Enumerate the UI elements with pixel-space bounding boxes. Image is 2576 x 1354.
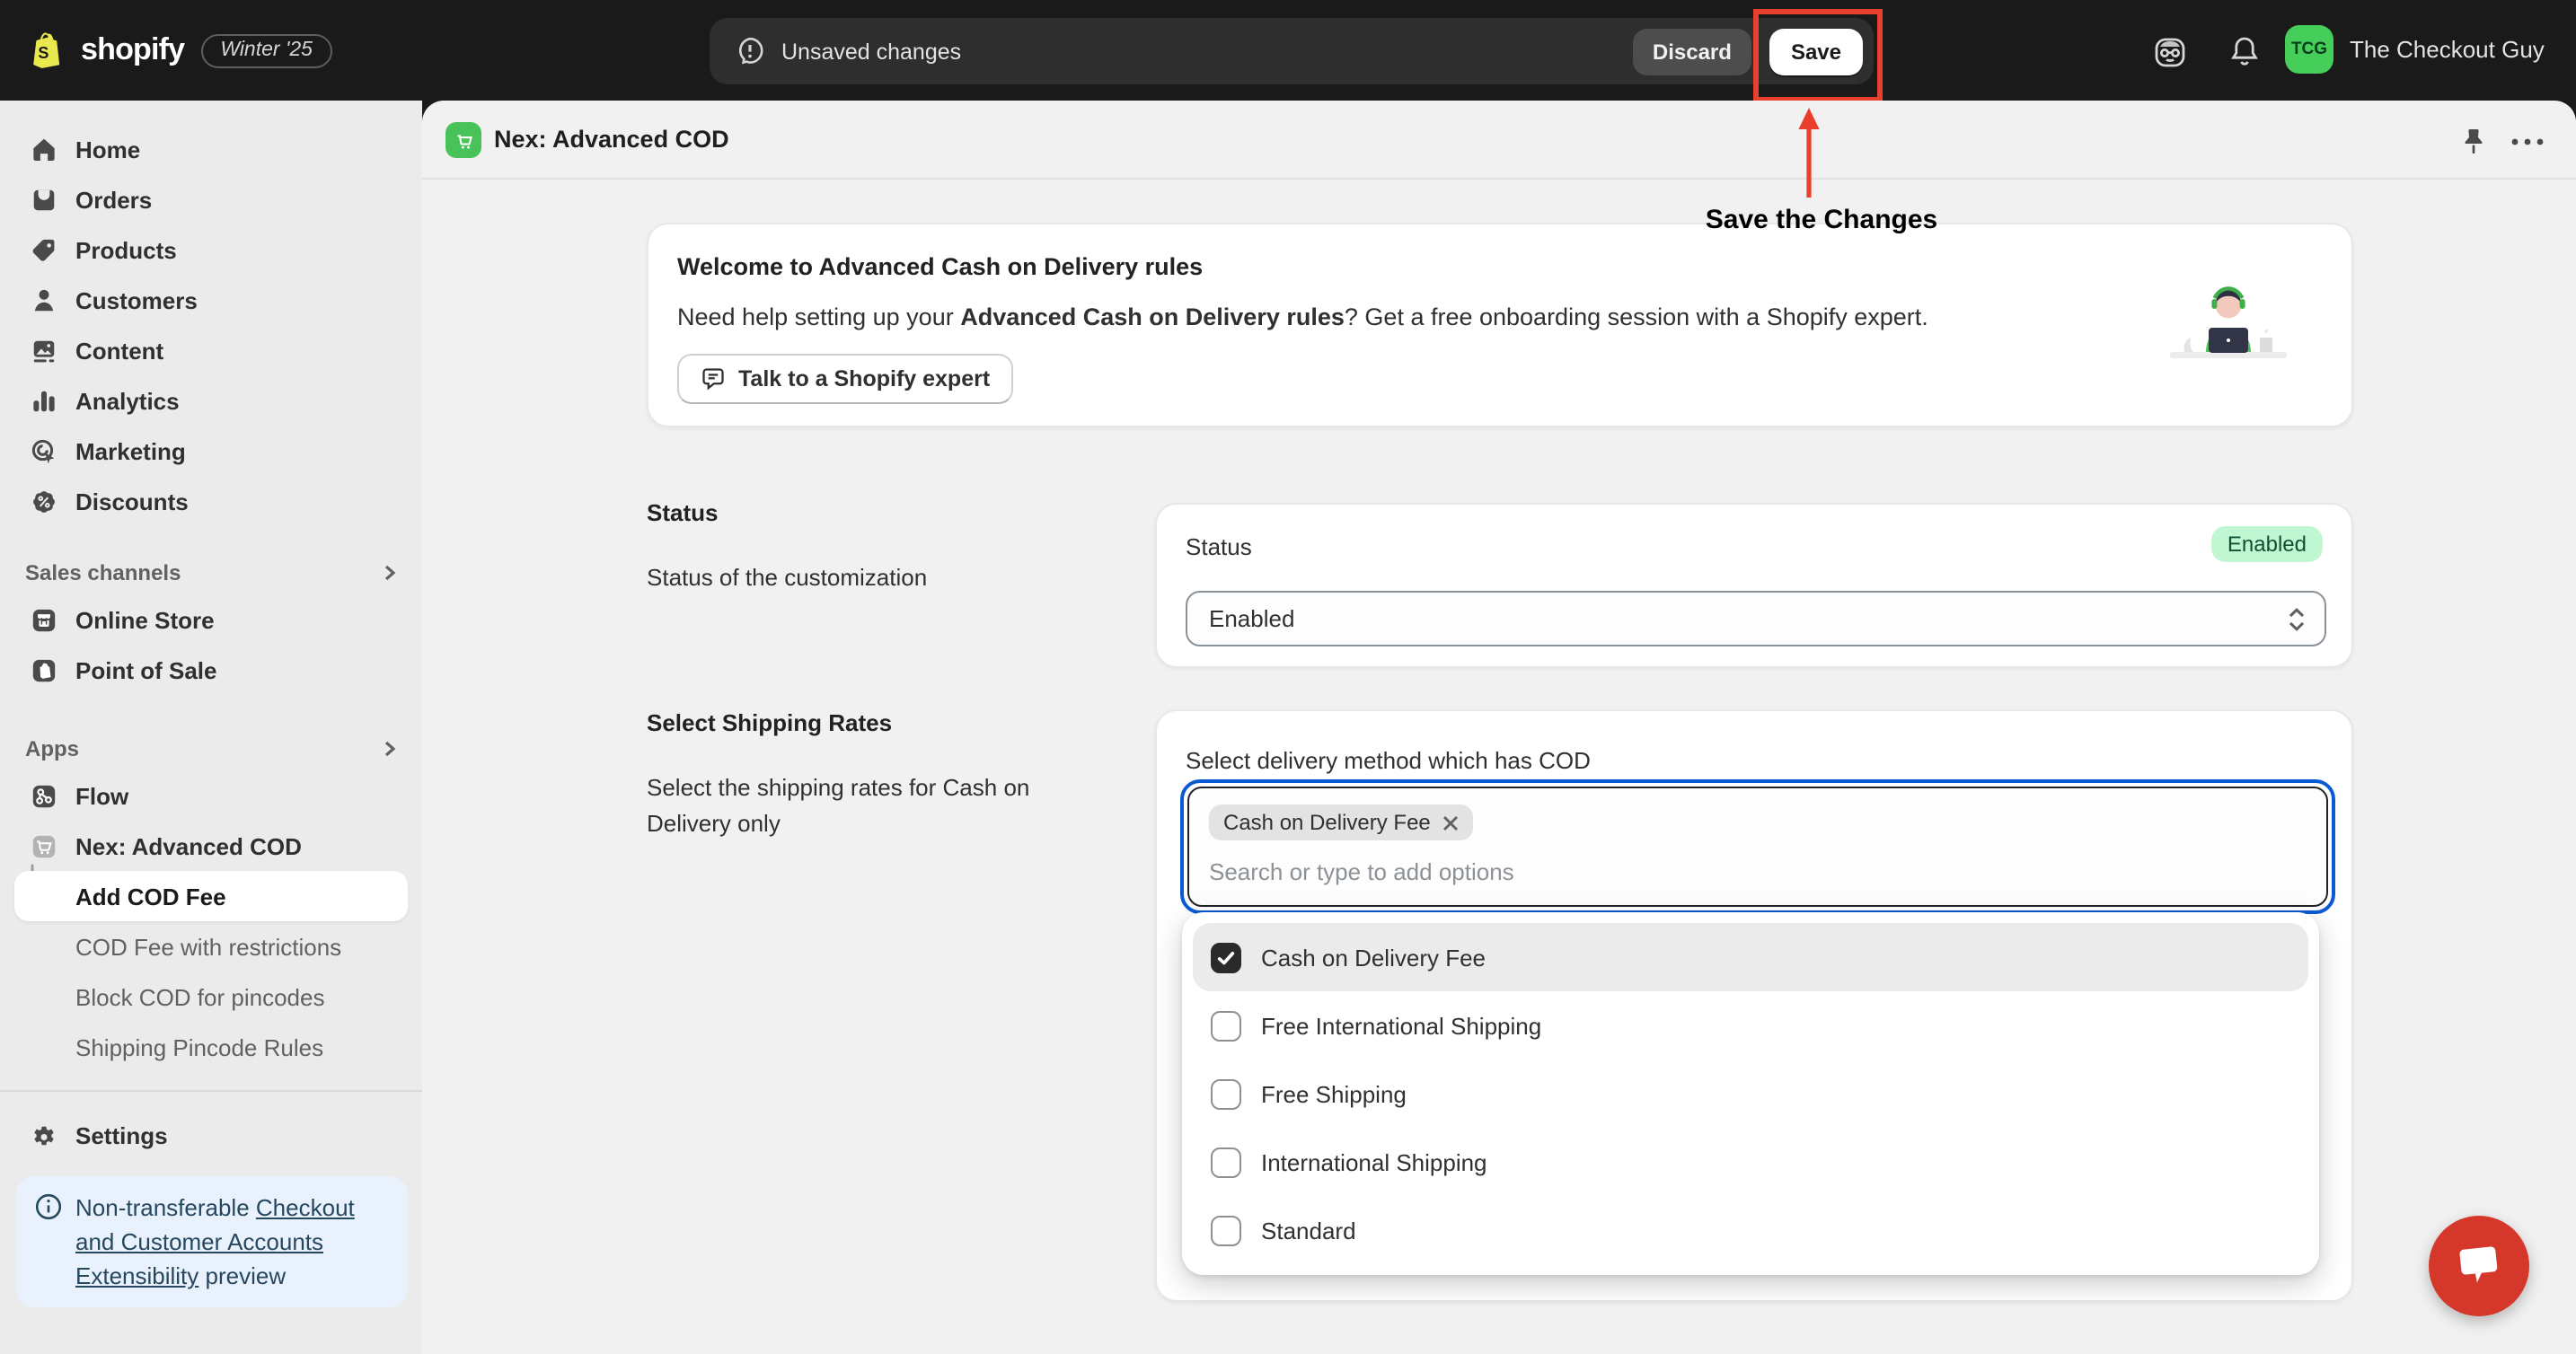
chat-bubble-icon bbox=[701, 366, 726, 391]
sidebar-divider bbox=[0, 1090, 422, 1092]
shipping-section-description: Select the shipping rates for Cash on De… bbox=[647, 770, 1069, 842]
unsaved-changes-banner: Unsaved changes Discard Save bbox=[710, 18, 1874, 84]
option-cash-on-delivery-fee[interactable]: Cash on Delivery Fee bbox=[1193, 923, 2308, 991]
discard-button[interactable]: Discard bbox=[1633, 28, 1751, 75]
orders-icon bbox=[31, 186, 57, 213]
checkbox[interactable] bbox=[1211, 942, 1241, 972]
sidebar-section-sales-channels[interactable]: Sales channels bbox=[0, 551, 422, 594]
delivery-method-label: Select delivery method which has COD bbox=[1186, 747, 1591, 774]
user-name: The Checkout Guy bbox=[2350, 36, 2545, 63]
target-cursor-icon bbox=[31, 437, 57, 464]
notice-prefix: Non-transferable bbox=[75, 1194, 256, 1221]
sidebar-item-orders[interactable]: Orders bbox=[0, 174, 422, 224]
option-free-shipping[interactable]: Free Shipping bbox=[1193, 1059, 2308, 1128]
tag-icon bbox=[31, 236, 57, 263]
person-icon bbox=[31, 286, 57, 313]
status-card: Status Enabled Enabled bbox=[1155, 503, 2353, 668]
notice-suffix: preview bbox=[198, 1262, 286, 1289]
support-person-illustration bbox=[2166, 278, 2290, 365]
shopify-wordmark: shopify bbox=[81, 32, 184, 68]
select-caret-icon bbox=[2287, 604, 2307, 633]
sidebar-item-block-cod-for-pincodes[interactable]: Block COD for pincodes bbox=[0, 972, 422, 1022]
option-standard[interactable]: Standard bbox=[1193, 1196, 2308, 1264]
kebab-menu-icon[interactable] bbox=[2508, 126, 2547, 158]
delivery-method-multiselect[interactable]: Cash on Delivery Fee Search or type to a… bbox=[1180, 779, 2335, 914]
chevron-right-icon bbox=[379, 738, 401, 760]
shopify-admin-window: S shopify Winter '25 Unsaved changes Dis… bbox=[0, 0, 2576, 1354]
image-icon bbox=[31, 337, 57, 364]
option-international-shipping[interactable]: International Shipping bbox=[1193, 1128, 2308, 1196]
sidebar-item-online-store[interactable]: Online Store bbox=[0, 594, 422, 645]
sidebar-section-apps[interactable]: Apps bbox=[0, 727, 422, 770]
svg-text:S: S bbox=[38, 44, 49, 62]
status-label: Status bbox=[1186, 533, 1252, 560]
discount-badge-icon bbox=[31, 488, 57, 514]
storefront-icon bbox=[31, 606, 57, 633]
sidebar-item-shipping-pincode-rules[interactable]: Shipping Pincode Rules bbox=[0, 1022, 422, 1072]
sidebar-item-add-cod-fee[interactable]: Add COD Fee bbox=[14, 871, 408, 921]
main-content: Nex: Advanced COD Welcome to Advanced Ca… bbox=[422, 101, 2576, 1354]
sidekick-assistant-icon[interactable] bbox=[2152, 34, 2188, 70]
sidebar-item-point-of-sale[interactable]: Point of Sale bbox=[0, 645, 422, 695]
pos-icon bbox=[31, 656, 57, 683]
bar-chart-icon bbox=[31, 387, 57, 414]
remove-chip-icon[interactable] bbox=[1443, 814, 1460, 831]
info-icon bbox=[34, 1192, 63, 1293]
sidebar-item-discounts[interactable]: Discounts bbox=[0, 476, 422, 526]
home-icon bbox=[31, 136, 57, 163]
status-badge: Enabled bbox=[2211, 526, 2323, 562]
sidebar-item-settings[interactable]: Settings bbox=[0, 1110, 422, 1160]
chat-widget-button[interactable] bbox=[2429, 1216, 2529, 1316]
release-badge: Winter '25 bbox=[200, 33, 332, 67]
shopify-bag-icon: S bbox=[29, 31, 65, 70]
alert-icon bbox=[735, 36, 765, 66]
topbar: S shopify Winter '25 Unsaved changes Dis… bbox=[0, 0, 2576, 101]
cart-app-icon bbox=[31, 832, 57, 859]
sidebar-item-customers[interactable]: Customers bbox=[0, 275, 422, 325]
extensibility-notice: Non-transferable Checkout and Customer A… bbox=[16, 1176, 408, 1307]
unsaved-changes-text: Unsaved changes bbox=[781, 39, 1633, 64]
annotation-text: Save the Changes bbox=[1706, 205, 1937, 235]
welcome-body: Need help setting up your Advanced Cash … bbox=[677, 303, 1928, 330]
shipping-section-heading: Select Shipping Rates bbox=[647, 709, 892, 736]
sidebar-item-analytics[interactable]: Analytics bbox=[0, 375, 422, 426]
save-button[interactable]: Save bbox=[1769, 28, 1863, 75]
sidebar-item-content[interactable]: Content bbox=[0, 325, 422, 375]
status-section-heading: Status bbox=[647, 499, 718, 526]
multiselect-search-input[interactable]: Search or type to add options bbox=[1209, 858, 2307, 885]
sidebar-item-flow[interactable]: Flow bbox=[0, 770, 422, 821]
sidebar-item-cod-fee-with-restrictions[interactable]: COD Fee with restrictions bbox=[0, 921, 422, 972]
app-icon bbox=[446, 122, 481, 158]
sidebar-item-products[interactable]: Products bbox=[0, 224, 422, 275]
status-section-description: Status of the customization bbox=[647, 560, 927, 596]
status-select[interactable]: Enabled bbox=[1186, 591, 2326, 646]
selected-option-chip[interactable]: Cash on Delivery Fee bbox=[1209, 804, 1474, 840]
avatar: TCG bbox=[2285, 25, 2333, 74]
sidebar: Home Orders Products Customers Content A… bbox=[0, 101, 422, 1354]
checkbox[interactable] bbox=[1211, 1010, 1241, 1041]
pin-icon[interactable] bbox=[2457, 126, 2490, 158]
sidebar-item-marketing[interactable]: Marketing bbox=[0, 426, 422, 476]
shopify-logo[interactable]: S shopify Winter '25 bbox=[29, 0, 332, 101]
option-free-international-shipping[interactable]: Free International Shipping bbox=[1193, 991, 2308, 1059]
chat-speech-bubble-icon bbox=[2456, 1244, 2502, 1288]
sidebar-item-home[interactable]: Home bbox=[0, 124, 422, 174]
talk-to-expert-button[interactable]: Talk to a Shopify expert bbox=[677, 354, 1013, 404]
chevron-right-icon bbox=[379, 562, 401, 584]
delivery-method-dropdown: Cash on Delivery Fee Free International … bbox=[1182, 912, 2319, 1275]
welcome-title: Welcome to Advanced Cash on Delivery rul… bbox=[677, 253, 1203, 280]
notifications-bell-icon[interactable] bbox=[2228, 34, 2263, 70]
flow-icon bbox=[31, 782, 57, 809]
page-title: Nex: Advanced COD bbox=[494, 126, 729, 153]
checkbox[interactable] bbox=[1211, 1215, 1241, 1245]
checkbox[interactable] bbox=[1211, 1147, 1241, 1177]
user-menu[interactable]: TCG The Checkout Guy bbox=[2285, 25, 2545, 74]
gear-icon bbox=[31, 1121, 57, 1148]
welcome-card: Welcome to Advanced Cash on Delivery rul… bbox=[647, 223, 2353, 427]
checkbox[interactable] bbox=[1211, 1078, 1241, 1109]
app-page-header: Nex: Advanced COD bbox=[422, 101, 2576, 180]
